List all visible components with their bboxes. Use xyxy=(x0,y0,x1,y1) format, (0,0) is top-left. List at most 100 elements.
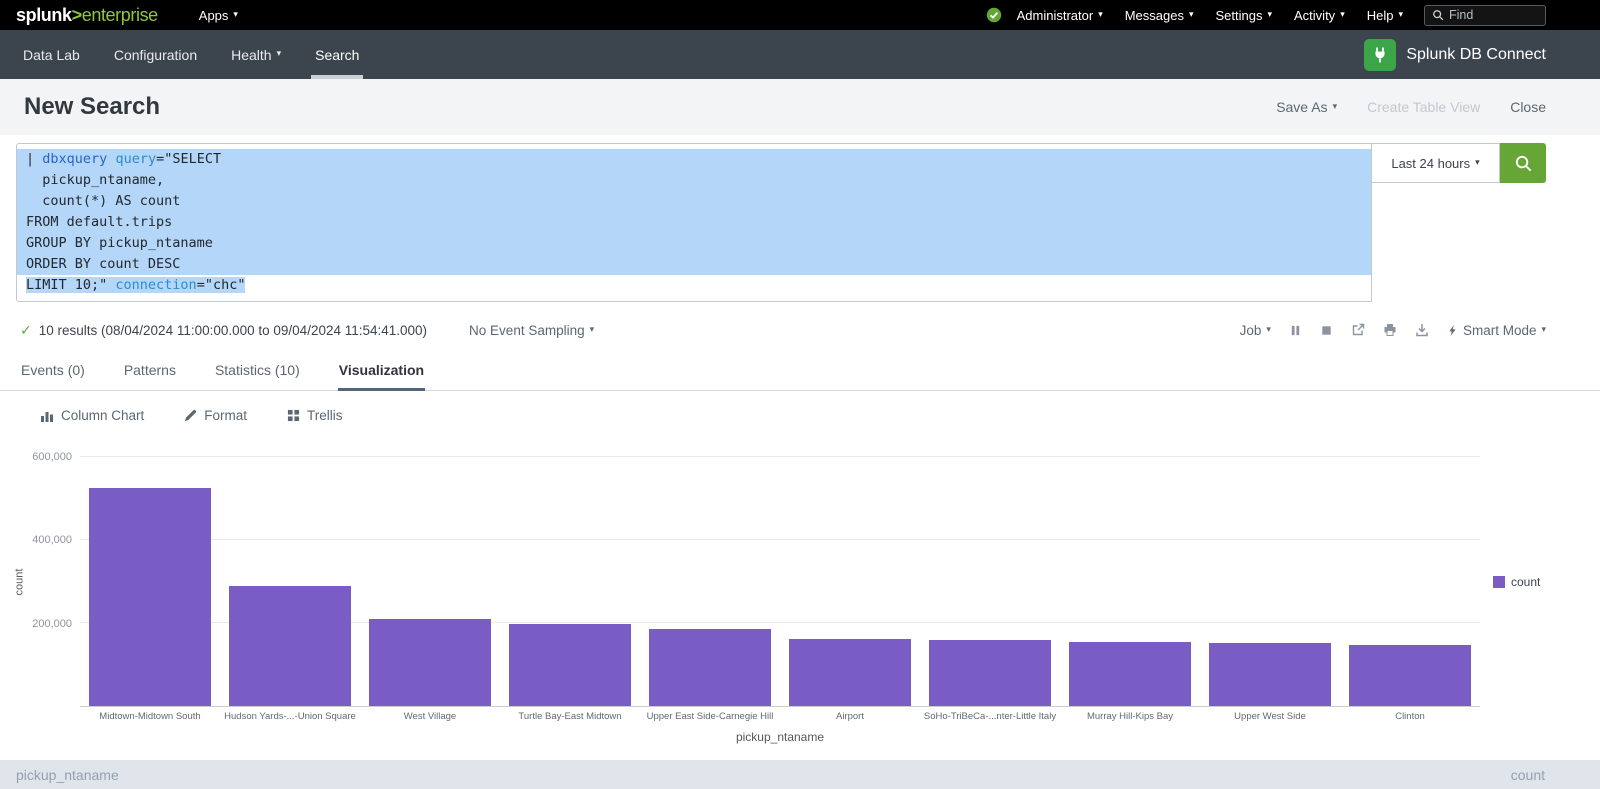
appnav-item-search[interactable]: Search xyxy=(298,30,376,79)
topbar-menu-settings[interactable]: Settings▾ xyxy=(1205,0,1284,30)
stats-column-pickup-ntaname[interactable]: pickup_ntaname xyxy=(16,767,119,789)
stats-column-count[interactable]: count xyxy=(1511,767,1545,789)
chart-type-button[interactable]: Column Chart xyxy=(40,408,144,423)
time-range-picker[interactable]: Last 24 hours ▾ xyxy=(1372,143,1500,183)
job-menu[interactable]: Job ▾ xyxy=(1240,323,1271,338)
topbar-menu-activity[interactable]: Activity▾ xyxy=(1283,0,1356,30)
query-line: count(*) AS count xyxy=(17,191,1371,212)
apps-menu-label: Apps xyxy=(199,8,229,23)
chart-y-labels: 200,000400,000600,000 xyxy=(28,457,80,707)
query-token: | xyxy=(26,151,42,167)
query-token: GROUP BY pickup_ntaname xyxy=(26,235,213,251)
find-search-box[interactable] xyxy=(1424,5,1546,26)
topbar-menu-messages[interactable]: Messages▾ xyxy=(1114,0,1205,30)
apps-menu[interactable]: Apps ▾ xyxy=(188,0,249,30)
chart-bar[interactable] xyxy=(229,586,351,706)
search-bar: | dbxquery query="SELECT pickup_ntaname,… xyxy=(16,143,1546,302)
chart-bar[interactable] xyxy=(369,619,491,706)
caret-down-icon: ▾ xyxy=(1398,10,1403,19)
share-job-button[interactable] xyxy=(1351,323,1365,337)
page-header: New Search Save As▾Create Table ViewClos… xyxy=(0,79,1600,135)
query-line: GROUP BY pickup_ntaname xyxy=(17,233,1371,254)
appnav-item-configuration[interactable]: Configuration xyxy=(97,30,214,79)
tab-statistics-10[interactable]: Statistics (10) xyxy=(214,362,301,390)
trellis-button[interactable]: Trellis xyxy=(287,408,343,423)
query-token: "chc" xyxy=(205,277,246,293)
query-token: FROM default.trips xyxy=(26,214,172,230)
chart-bar-slot xyxy=(220,457,360,706)
chart-bar[interactable] xyxy=(1069,642,1191,706)
topbar-menu-administrator[interactable]: Administrator▾ xyxy=(1006,0,1114,30)
search-mode-dropdown[interactable]: Smart Mode ▾ xyxy=(1447,323,1546,338)
chart-bar[interactable] xyxy=(929,640,1051,706)
pause-job-button[interactable] xyxy=(1289,324,1302,337)
query-token: count(*) AS count xyxy=(26,193,180,209)
x-tick-label: Midtown-Midtown South xyxy=(80,711,220,722)
tab-visualization[interactable]: Visualization xyxy=(338,362,425,390)
status-ok-icon[interactable] xyxy=(986,7,1002,23)
print-button[interactable] xyxy=(1383,323,1397,337)
topbar-menu-label: Administrator xyxy=(1017,8,1094,23)
query-token: connection xyxy=(115,277,196,293)
x-axis-title: pickup_ntaname xyxy=(80,730,1480,744)
format-label: Format xyxy=(204,408,247,423)
x-tick-label: Upper West Side xyxy=(1200,711,1340,722)
query-token: ORDER BY count DESC xyxy=(26,256,180,272)
chart-bar[interactable] xyxy=(1349,645,1471,706)
chart-bar[interactable] xyxy=(789,639,911,706)
stop-job-button[interactable] xyxy=(1320,324,1333,337)
caret-down-icon: ▾ xyxy=(233,10,238,19)
topbar-menu-help[interactable]: Help▾ xyxy=(1356,0,1414,30)
chart-bar[interactable] xyxy=(1209,643,1331,706)
search-query-input[interactable]: | dbxquery query="SELECT pickup_ntaname,… xyxy=(16,143,1372,302)
page-title: New Search xyxy=(24,93,160,121)
topbar-menu-label: Activity xyxy=(1294,8,1335,23)
appnav-item-health[interactable]: Health▾ xyxy=(214,30,298,79)
viz-toolbar: Column Chart Format Trellis xyxy=(0,391,1600,425)
logo-gt-text: > xyxy=(72,5,82,25)
event-sampling-label: No Event Sampling xyxy=(469,323,585,338)
column-chart-icon xyxy=(40,409,54,423)
chart-bar[interactable] xyxy=(649,629,771,706)
job-controls: Job ▾ Smart Mode ▾ xyxy=(1240,323,1546,338)
appnav-items: Data Lab Configuration Health▾Search xyxy=(0,30,376,79)
event-sampling-dropdown[interactable]: No Event Sampling ▾ xyxy=(469,323,594,338)
tab-patterns[interactable]: Patterns xyxy=(123,362,177,390)
appnav-item-label: Configuration xyxy=(114,47,197,63)
app-identity[interactable]: Splunk DB Connect xyxy=(1364,30,1600,79)
find-input[interactable] xyxy=(1449,8,1538,22)
caret-down-icon: ▾ xyxy=(1267,10,1272,19)
chart-plot xyxy=(80,457,1480,707)
topbar-menus: Administrator▾Messages▾Settings▾Activity… xyxy=(1006,0,1414,30)
export-button[interactable] xyxy=(1415,323,1429,337)
query-token: dbxquery xyxy=(42,151,107,167)
x-tick-label: Turtle Bay-East Midtown xyxy=(500,711,640,722)
chart-bar[interactable] xyxy=(509,624,631,706)
success-check-icon: ✓ xyxy=(20,322,32,339)
x-tick-label: West Village xyxy=(360,711,500,722)
save-as-button[interactable]: Save As▾ xyxy=(1276,99,1337,115)
query-token: = xyxy=(197,277,205,293)
chart-bar-slot xyxy=(500,457,640,706)
chart-bar[interactable] xyxy=(89,488,211,706)
tab-events-0[interactable]: Events (0) xyxy=(20,362,86,390)
splunk-logo[interactable]: splunk>enterprise xyxy=(0,5,174,26)
chart-x-labels: Midtown-Midtown SouthHudson Yards-...-Un… xyxy=(80,711,1480,722)
splunk-topbar: splunk>enterprise Apps ▾ Administrator▾M… xyxy=(0,0,1600,30)
appnav-item-data-lab[interactable]: Data Lab xyxy=(6,30,97,79)
chart-bar-slot xyxy=(640,457,780,706)
splunk-db-connect-app: splunk>enterprise Apps ▾ Administrator▾M… xyxy=(0,0,1600,789)
check-circle-icon xyxy=(986,7,1002,23)
results-tabs: Events (0) Patterns Statistics (10) Visuali… xyxy=(0,351,1600,391)
search-icon xyxy=(1432,9,1444,21)
format-button[interactable]: Format xyxy=(184,408,247,423)
search-status-bar: ✓ 10 results (08/04/2024 11:00:00.000 to… xyxy=(0,313,1600,347)
search-button[interactable] xyxy=(1500,143,1546,183)
query-token: query xyxy=(115,151,156,167)
close-button[interactable]: Close xyxy=(1510,99,1546,115)
chart-legend[interactable]: count xyxy=(1480,457,1570,707)
y-tick-label: 400,000 xyxy=(32,534,72,546)
chart-bar-slot xyxy=(360,457,500,706)
share-icon xyxy=(1351,323,1365,337)
appnav-item-label: Data Lab xyxy=(23,47,80,63)
